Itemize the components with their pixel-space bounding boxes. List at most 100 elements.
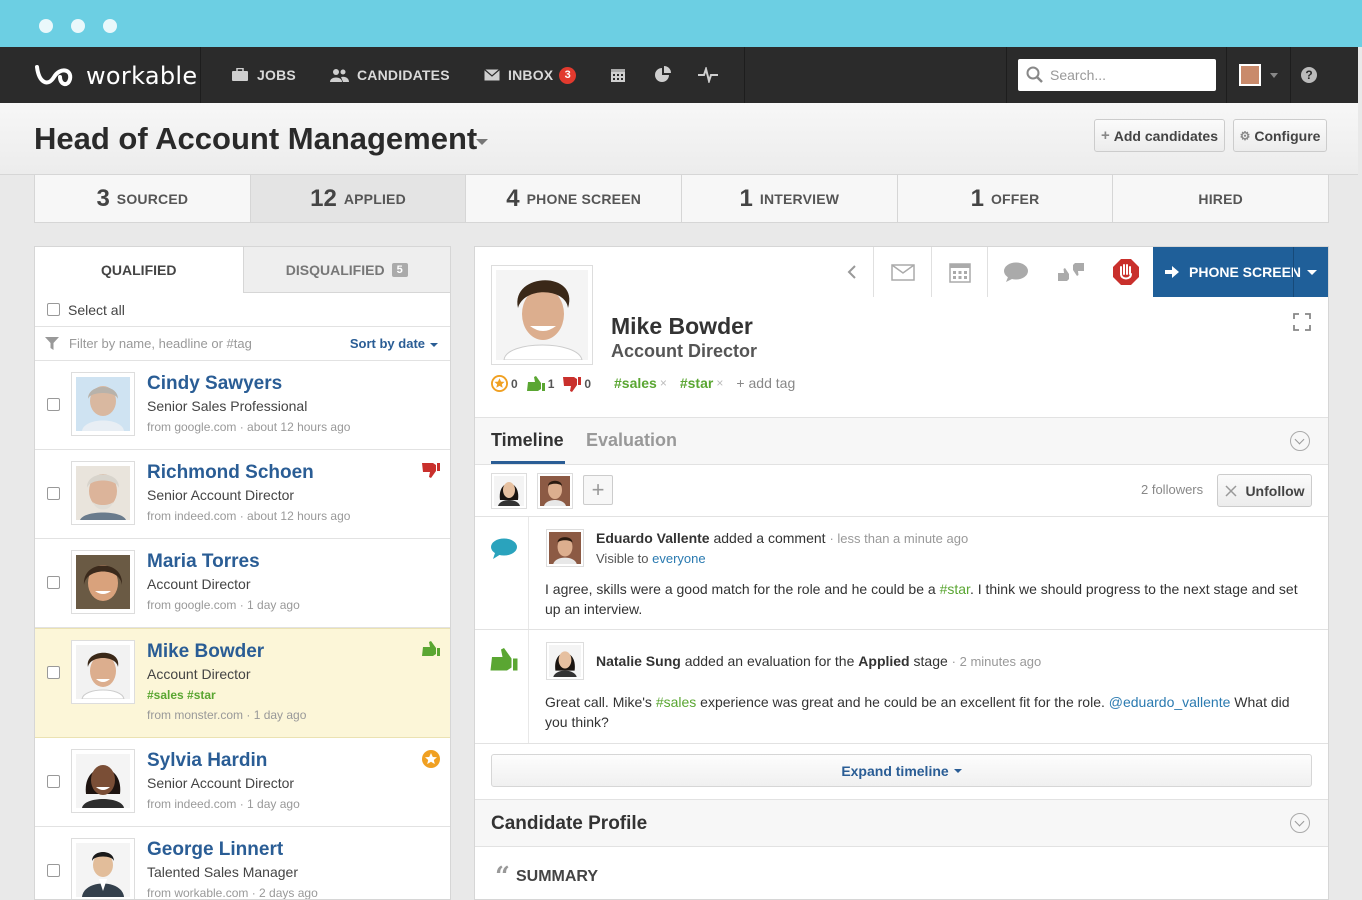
sort-dropdown[interactable]: Sort by date <box>350 336 438 351</box>
select-all-checkbox[interactable] <box>47 303 60 316</box>
star-rating[interactable]: 0 <box>491 375 518 392</box>
event-author[interactable]: Eduardo Vallente <box>596 530 710 546</box>
add-tag-button[interactable]: + add tag <box>736 375 795 391</box>
move-stage-dropdown[interactable] <box>1293 247 1328 297</box>
stage-count: 12 <box>310 184 337 212</box>
gear-icon: ⚙ <box>1239 128 1251 143</box>
event-time: · less than a minute ago <box>829 531 969 546</box>
avatar-image <box>549 532 581 564</box>
candidate-name[interactable]: Sylvia Hardin <box>147 750 267 772</box>
nav-candidates[interactable]: CANDIDATES <box>330 47 450 103</box>
add-candidates-label: Add candidates <box>1113 127 1218 144</box>
stage-hired[interactable]: HIRED <box>1113 175 1330 223</box>
evaluate-button[interactable] <box>1043 247 1099 297</box>
send-email-button[interactable] <box>873 247 931 297</box>
candidate-headline: Talented Sales Manager <box>147 864 298 880</box>
stage-applied[interactable]: 12 APPLIED <box>250 175 467 223</box>
nav-jobs[interactable]: JOBS <box>231 47 296 103</box>
filter-input[interactable]: Filter by name, headline or #tag <box>69 336 252 351</box>
workable-logo[interactable]: workable <box>34 61 197 91</box>
candidate-checkbox[interactable] <box>47 775 60 788</box>
add-comment-button[interactable] <box>987 247 1043 297</box>
visibility-scope-link[interactable]: everyone <box>652 551 705 566</box>
candidate-list-panel: QUALIFIED DISQUALIFIED 5 Select all Filte… <box>34 246 451 900</box>
remove-tag-icon[interactable]: × <box>716 376 723 390</box>
window-maximize-dot[interactable] <box>103 19 117 33</box>
candidate-checkbox[interactable] <box>47 864 60 877</box>
follower-avatar[interactable] <box>537 473 573 509</box>
stage-interview[interactable]: 1 INTERVIEW <box>682 175 898 223</box>
tag-link[interactable]: #star <box>940 581 970 597</box>
tag-link[interactable]: #sales <box>656 694 696 710</box>
candidate-checkbox[interactable] <box>47 576 60 589</box>
candidate-headline: Account Director <box>147 666 251 682</box>
candidate-row-selected[interactable]: Mike Bowder Account Director #sales #sta… <box>35 628 450 738</box>
unfollow-button[interactable]: Unfollow <box>1217 474 1312 507</box>
avatar-image <box>76 377 130 431</box>
help-icon[interactable]: ? <box>1301 67 1317 83</box>
user-menu-caret-icon[interactable] <box>1270 73 1278 78</box>
thumbs-down-rating[interactable]: 0 <box>563 376 591 392</box>
candidate-name[interactable]: Mike Bowder <box>147 641 264 663</box>
candidate-row[interactable]: Maria Torres Account Director from googl… <box>35 539 450 628</box>
search-icon <box>1026 66 1043 83</box>
add-tag-label: add tag <box>748 375 796 391</box>
stage-sourced[interactable]: 3 SOURCED <box>35 175 251 223</box>
tab-evaluation[interactable]: Evaluation <box>586 430 677 451</box>
nav-reports[interactable] <box>654 47 680 103</box>
candidate-checkbox[interactable] <box>47 487 60 500</box>
candidate-photo <box>71 372 135 436</box>
candidate-tags: #sales #star <box>147 688 216 702</box>
candidate-name[interactable]: Richmond Schoen <box>147 462 314 484</box>
tag-chip[interactable]: #sales <box>614 375 657 391</box>
tab-qualified[interactable]: QUALIFIED <box>35 247 243 293</box>
search-input[interactable] <box>1050 59 1210 91</box>
move-stage-button[interactable]: PHONE SCREEN <box>1153 247 1328 297</box>
candidate-row[interactable]: George Linnert Talented Sales Manager fr… <box>35 827 450 899</box>
page-title[interactable]: Head of Account Management <box>34 121 477 157</box>
tag-chip[interactable]: #star <box>680 375 713 391</box>
tab-timeline[interactable]: Timeline <box>491 430 564 451</box>
collapse-timeline-icon[interactable] <box>1290 431 1310 451</box>
star-badge-icon <box>491 375 508 392</box>
candidate-name[interactable]: Cindy Sawyers <box>147 373 282 395</box>
candidate-row[interactable]: Cindy Sawyers Senior Sales Professional … <box>35 361 450 450</box>
previous-candidate-button[interactable] <box>831 247 873 297</box>
remove-tag-icon[interactable]: × <box>660 376 667 390</box>
stage-label: PHONE SCREEN <box>526 190 642 207</box>
expand-timeline-button[interactable]: Expand timeline <box>491 754 1312 787</box>
candidate-headline: Senior Account Director <box>147 487 295 503</box>
fullscreen-icon[interactable] <box>1293 313 1311 331</box>
add-candidates-button[interactable]: + Add candidates <box>1094 119 1225 152</box>
candidate-checkbox[interactable] <box>47 666 60 679</box>
candidate-row[interactable]: Sylvia Hardin Senior Account Director fr… <box>35 738 450 827</box>
stage-phone-screen[interactable]: 4 PHONE SCREEN <box>466 175 683 223</box>
candidate-source: from google.com · about 12 hours ago <box>147 420 351 434</box>
event-author[interactable]: Natalie Sung <box>596 653 681 669</box>
user-avatar[interactable] <box>1239 64 1261 86</box>
nav-activity[interactable] <box>698 47 726 103</box>
avatar-image <box>494 476 524 506</box>
nav-calendar[interactable] <box>610 47 634 103</box>
nav-inbox[interactable]: INBOX 3 <box>484 47 577 103</box>
disqualify-button[interactable] <box>1099 247 1153 297</box>
configure-button[interactable]: ⚙ Configure <box>1233 119 1327 152</box>
schedule-event-button[interactable] <box>931 247 987 297</box>
tab-disqualified[interactable]: DISQUALIFIED 5 <box>242 247 450 293</box>
star-count: 0 <box>511 376 518 391</box>
window-minimize-dot[interactable] <box>71 19 85 33</box>
candidate-name[interactable]: Maria Torres <box>147 551 260 573</box>
mention-link[interactable]: @eduardo_vallente <box>1109 694 1231 710</box>
add-follower-button[interactable]: + <box>583 475 613 505</box>
search-box[interactable] <box>1018 59 1216 91</box>
job-switcher-caret-icon[interactable] <box>476 139 488 145</box>
summary-label: SUMMARY <box>515 868 599 885</box>
candidate-name[interactable]: George Linnert <box>147 839 283 861</box>
stage-offer[interactable]: 1 OFFER <box>897 175 1114 223</box>
candidate-row[interactable]: Richmond Schoen Senior Account Director … <box>35 450 450 539</box>
thumbs-up-rating[interactable]: 1 <box>526 375 554 392</box>
follower-avatar[interactable] <box>491 473 527 509</box>
window-close-dot[interactable] <box>39 19 53 33</box>
candidate-checkbox[interactable] <box>47 398 60 411</box>
collapse-profile-icon[interactable] <box>1290 813 1310 833</box>
